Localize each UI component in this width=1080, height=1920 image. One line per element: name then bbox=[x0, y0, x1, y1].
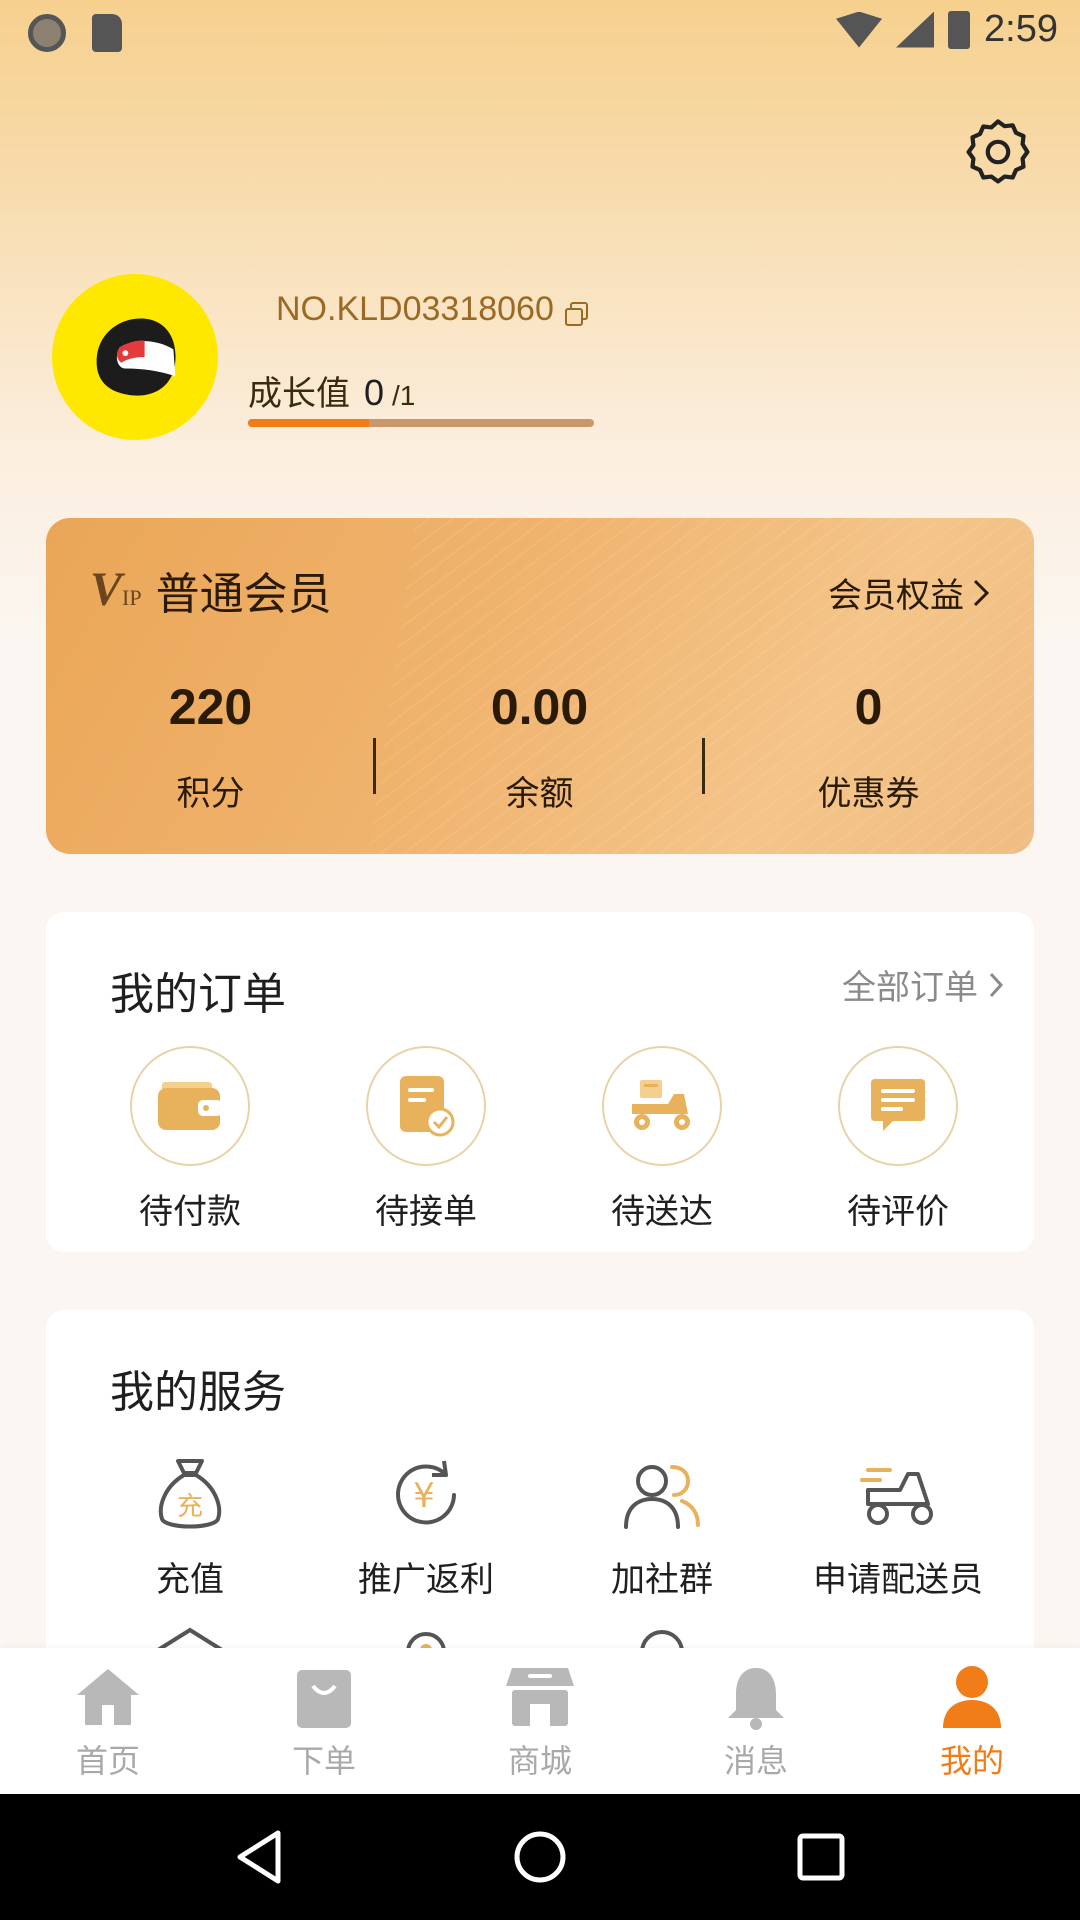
status-time: 2:59 bbox=[984, 8, 1058, 50]
chevron-right-icon bbox=[973, 579, 990, 606]
order-in-delivery[interactable]: 待送达 bbox=[544, 1046, 780, 1233]
order-pending-review-label: 待评价 bbox=[847, 1192, 949, 1232]
notification-icon bbox=[28, 14, 66, 52]
points-stat[interactable]: 220 积分 bbox=[46, 678, 375, 815]
growth-progress-bar bbox=[248, 419, 594, 427]
shopping-bag-icon bbox=[284, 1660, 364, 1734]
service-join-group[interactable]: 加社群 bbox=[544, 1450, 780, 1601]
balance-label: 余额 bbox=[505, 774, 574, 814]
person-icon bbox=[932, 1660, 1012, 1734]
order-pending-accept[interactable]: 待接单 bbox=[308, 1046, 544, 1233]
all-orders-link[interactable]: 全部订单 bbox=[842, 960, 1004, 1009]
battery-icon bbox=[948, 10, 971, 49]
tab-store[interactable]: 商城 bbox=[432, 1648, 648, 1794]
growth-max: /1 bbox=[392, 380, 416, 411]
wifi-icon bbox=[836, 11, 883, 48]
vip-card[interactable]: VIP 普通会员 会员权益 220 积分 0.00 余额 0 优惠券 bbox=[46, 518, 1034, 854]
sd-card-icon bbox=[92, 14, 122, 52]
avatar[interactable] bbox=[52, 274, 218, 440]
member-benefits-link[interactable]: 会员权益 bbox=[828, 568, 990, 617]
comment-icon bbox=[838, 1046, 958, 1166]
system-navigation-bar bbox=[0, 1794, 1080, 1920]
service-apply-courier[interactable]: 申请配送员 bbox=[780, 1450, 1016, 1601]
gear-icon bbox=[966, 119, 1030, 184]
tab-mine[interactable]: 我的 bbox=[864, 1648, 1080, 1794]
points-value: 220 bbox=[168, 679, 253, 735]
settings-button[interactable] bbox=[962, 116, 1034, 188]
tab-home-label: 首页 bbox=[75, 1742, 140, 1780]
recharge-glyph: 充 bbox=[177, 1492, 203, 1522]
service-referral-rebate[interactable]: ¥ 推广返利 bbox=[308, 1450, 544, 1601]
growth-label: 成长值 bbox=[248, 374, 350, 414]
signal-icon bbox=[896, 11, 935, 48]
status-bar: 2:59 bbox=[0, 0, 1080, 64]
my-orders-card: 我的订单 全部订单 待付款 待接单 待送达 待评价 bbox=[46, 912, 1034, 1252]
group-users-icon bbox=[617, 1450, 707, 1540]
tab-order[interactable]: 下单 bbox=[216, 1648, 432, 1794]
member-number-text: NO.KLD03318060 bbox=[276, 290, 554, 328]
home-circle-icon[interactable] bbox=[512, 1829, 568, 1885]
home-icon bbox=[68, 1660, 148, 1734]
service-recharge[interactable]: 充 充值 bbox=[72, 1450, 308, 1601]
balance-stat[interactable]: 0.00 余额 bbox=[373, 678, 704, 815]
order-check-icon bbox=[366, 1046, 486, 1166]
vip-logo-main: V bbox=[90, 563, 123, 616]
vip-logo-icon: VIP bbox=[90, 566, 142, 614]
my-orders-title: 我的订单 bbox=[110, 969, 286, 1020]
copy-icon[interactable] bbox=[564, 297, 590, 326]
balance-value: 0.00 bbox=[490, 679, 589, 735]
coupons-value: 0 bbox=[854, 679, 883, 735]
order-pending-review[interactable]: 待评价 bbox=[780, 1046, 1016, 1233]
helmet-icon bbox=[96, 318, 176, 396]
growth-value: 0 bbox=[364, 372, 385, 413]
order-pending-accept-label: 待接单 bbox=[375, 1192, 477, 1232]
yuan-glyph: ¥ bbox=[413, 1476, 435, 1516]
growth-progress-fill bbox=[248, 419, 370, 427]
service-join-group-label: 加社群 bbox=[611, 1560, 713, 1600]
service-apply-courier-label: 申请配送员 bbox=[813, 1560, 983, 1600]
service-referral-rebate-label: 推广返利 bbox=[358, 1560, 494, 1600]
order-in-delivery-label: 待送达 bbox=[611, 1192, 713, 1232]
order-pending-payment[interactable]: 待付款 bbox=[72, 1046, 308, 1233]
growth-value-row: 成长值 0 /1 bbox=[248, 366, 415, 415]
coupons-label: 优惠券 bbox=[817, 774, 920, 814]
bell-icon bbox=[716, 1660, 796, 1734]
stat-divider bbox=[702, 738, 705, 794]
recents-icon[interactable] bbox=[796, 1832, 846, 1882]
bottom-tab-bar: 首页 下单 商城 消息 我的 bbox=[0, 1648, 1080, 1794]
tab-mine-label: 我的 bbox=[939, 1742, 1004, 1780]
delivery-scooter-icon bbox=[602, 1046, 722, 1166]
tab-messages-label: 消息 bbox=[723, 1742, 788, 1780]
member-number: NO.KLD03318060 bbox=[276, 290, 590, 329]
store-icon bbox=[500, 1660, 580, 1734]
service-recharge-label: 充值 bbox=[156, 1560, 224, 1600]
tab-store-label: 商城 bbox=[507, 1742, 572, 1780]
money-bag-icon: 充 bbox=[145, 1450, 235, 1540]
stat-divider bbox=[373, 738, 376, 794]
yuan-refresh-icon: ¥ bbox=[381, 1450, 471, 1540]
points-label: 积分 bbox=[176, 774, 245, 814]
back-icon[interactable] bbox=[234, 1829, 284, 1885]
courier-scooter-icon bbox=[853, 1450, 943, 1540]
tab-home[interactable]: 首页 bbox=[0, 1648, 216, 1794]
coupons-stat[interactable]: 0 优惠券 bbox=[702, 678, 1033, 815]
tab-order-label: 下单 bbox=[291, 1742, 356, 1780]
my-services-title: 我的服务 bbox=[110, 1367, 286, 1418]
order-pending-payment-label: 待付款 bbox=[139, 1192, 241, 1232]
vip-level: 普通会员 bbox=[155, 569, 332, 620]
my-services-card: 我的服务 充 充值 ¥ 推广返利 加社群 申请配送员 bbox=[46, 1310, 1034, 1690]
all-orders-label: 全部订单 bbox=[842, 968, 978, 1008]
chevron-right-icon bbox=[989, 972, 1004, 997]
vip-logo-sub: IP bbox=[122, 585, 142, 610]
tab-messages[interactable]: 消息 bbox=[648, 1648, 864, 1794]
member-benefits-label: 会员权益 bbox=[828, 576, 964, 616]
wallet-icon bbox=[130, 1046, 250, 1166]
